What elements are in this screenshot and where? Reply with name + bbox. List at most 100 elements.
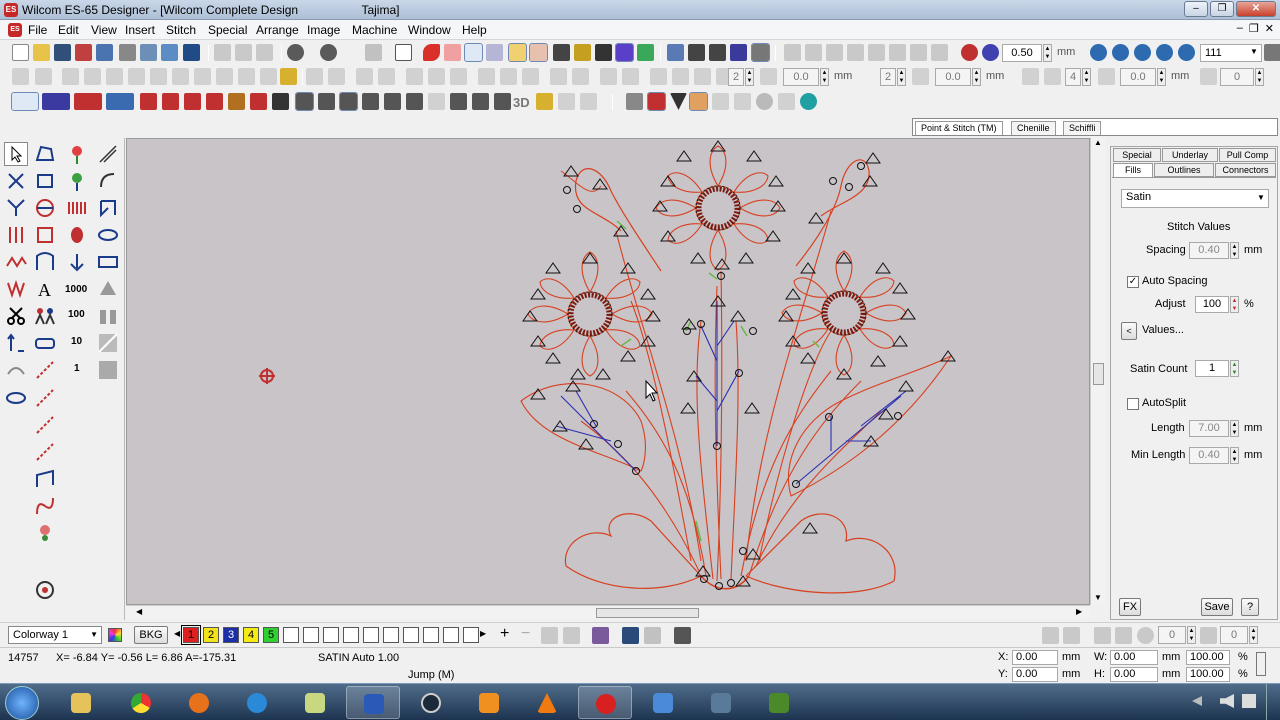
empty-color-slot[interactable]: [423, 627, 439, 643]
w-percent-field[interactable]: 100.00: [1186, 650, 1230, 665]
line-icon[interactable]: [33, 413, 57, 437]
thread-chart-icon[interactable]: [622, 627, 639, 644]
rotate-angle-field[interactable]: 0: [1158, 626, 1186, 644]
3d-label[interactable]: 3D: [513, 95, 530, 110]
raised-satin-icon[interactable]: [450, 93, 467, 110]
empty-color-slot[interactable]: [363, 627, 379, 643]
clone-icon[interactable]: [622, 68, 639, 85]
tab-fills[interactable]: Fills: [1113, 163, 1153, 177]
angle-field[interactable]: 0: [1220, 68, 1254, 86]
media-player-task[interactable]: [462, 686, 516, 719]
machine-icon[interactable]: [183, 44, 200, 61]
rotate-cw-icon[interactable]: [1115, 627, 1132, 644]
spacing-field[interactable]: 0.0: [783, 68, 819, 86]
cut-colors-icon[interactable]: [563, 627, 580, 644]
pan-icon[interactable]: [1264, 44, 1280, 61]
rotate-ccw-icon[interactable]: [1094, 627, 1111, 644]
bkg-button[interactable]: BKG: [134, 626, 168, 644]
show-objects-icon[interactable]: [464, 43, 483, 62]
align-center-icon[interactable]: [868, 44, 885, 61]
shade-icon[interactable]: [558, 93, 575, 110]
vlc-task[interactable]: [520, 686, 574, 719]
colorway-select[interactable]: Colorway 1 ▼: [8, 626, 102, 644]
wilcom-task[interactable]: [578, 686, 632, 719]
empty-color-slot[interactable]: [283, 627, 299, 643]
skew-angle-field[interactable]: 0: [1220, 626, 1248, 644]
tab-underlay[interactable]: Underlay: [1162, 148, 1218, 162]
tatami-fill-icon[interactable]: [162, 93, 179, 110]
design-info-icon[interactable]: [674, 627, 691, 644]
stop-icon[interactable]: [778, 93, 795, 110]
color-swatch-5[interactable]: 5: [263, 627, 279, 643]
color-film-icon[interactable]: [751, 43, 770, 62]
horizontal-scroll-thumb[interactable]: [596, 608, 699, 618]
empty-color-slot[interactable]: [443, 627, 459, 643]
satin-icon[interactable]: [65, 196, 89, 220]
maximize-button[interactable]: ❐: [1210, 1, 1234, 17]
motif-fill-icon[interactable]: [272, 93, 289, 110]
transform-icon[interactable]: [96, 331, 120, 355]
weld-icon[interactable]: [356, 68, 373, 85]
show-needle-points-icon[interactable]: [508, 43, 527, 62]
radius-field[interactable]: 0.0: [1120, 68, 1156, 86]
menu-file[interactable]: File: [28, 23, 47, 37]
color-palette-icon[interactable]: [108, 628, 122, 642]
camtasia-task[interactable]: [752, 686, 806, 719]
export-icon[interactable]: [75, 44, 92, 61]
group-objects-icon[interactable]: [306, 68, 323, 85]
w-field[interactable]: 0.00: [1110, 650, 1158, 665]
lasso-icon[interactable]: [4, 386, 28, 410]
zoom-fit-icon[interactable]: [1134, 44, 1151, 61]
min-length-spinner[interactable]: ▲ ▼: [1230, 447, 1239, 464]
curve-icon[interactable]: [33, 494, 57, 518]
design-canvas[interactable]: [126, 138, 1090, 605]
center-icon[interactable]: [428, 68, 445, 85]
radius-spinner[interactable]: ▲ ▼: [1157, 68, 1166, 86]
internet-explorer-task[interactable]: [230, 686, 284, 719]
blackwork-icon[interactable]: [494, 93, 511, 110]
itunes-task[interactable]: [694, 686, 748, 719]
document-icon[interactable]: ES: [8, 23, 22, 37]
menu-machine[interactable]: Machine: [352, 23, 397, 37]
contour-icon[interactable]: [339, 92, 358, 111]
color-swatch-2[interactable]: 2: [203, 627, 219, 643]
number-100-icon[interactable]: 100: [65, 304, 89, 328]
spiral-icon[interactable]: [384, 93, 401, 110]
circle-icon[interactable]: [33, 578, 57, 602]
mdi-close-button[interactable]: ✕: [1265, 22, 1274, 35]
rows-spinner[interactable]: ▲ ▼: [897, 68, 906, 86]
zoom-box-icon[interactable]: [1090, 44, 1107, 61]
florentine-icon[interactable]: [406, 93, 423, 110]
globe-icon[interactable]: [33, 196, 57, 220]
tie-in-icon[interactable]: [734, 93, 751, 110]
colorway-dropdown-icon[interactable]: ▼: [90, 627, 98, 643]
fx-button[interactable]: FX: [1119, 598, 1141, 616]
rotate-90-icon[interactable]: [172, 68, 189, 85]
manual-icon[interactable]: [4, 358, 28, 382]
tab-chenille[interactable]: Chenille: [1011, 121, 1056, 135]
x-field[interactable]: 0.00: [1012, 650, 1058, 665]
length-spinner[interactable]: ▲ ▼: [1230, 420, 1239, 437]
run-line-icon[interactable]: [33, 358, 57, 382]
backstitch-icon[interactable]: [33, 386, 57, 410]
skew-icon[interactable]: [194, 68, 211, 85]
needle-icon[interactable]: [626, 93, 643, 110]
sequence-icon[interactable]: [65, 250, 89, 274]
align-right-icon[interactable]: [805, 44, 822, 61]
program-split-icon[interactable]: [228, 93, 245, 110]
tab-special[interactable]: Special: [1113, 148, 1161, 162]
tab-point-and-stitch[interactable]: Point & Stitch (TM): [915, 121, 1003, 135]
flip-icon[interactable]: [216, 68, 233, 85]
stitch-type-icon[interactable]: [647, 92, 666, 111]
distribute-v-icon[interactable]: [910, 44, 927, 61]
binoculars-icon[interactable]: [96, 304, 120, 328]
lock-icon[interactable]: [12, 68, 29, 85]
vertical-scroll-thumb[interactable]: [1093, 363, 1104, 385]
undo-icon[interactable]: [287, 44, 304, 61]
menu-arrange[interactable]: Arrange: [256, 23, 299, 37]
palette-next-icon[interactable]: ▶: [480, 629, 486, 638]
scale-icon[interactable]: [238, 68, 255, 85]
show-stitches-icon[interactable]: [423, 44, 440, 61]
monogram-icon[interactable]: [65, 169, 89, 193]
rotate-right-icon[interactable]: [84, 68, 101, 85]
